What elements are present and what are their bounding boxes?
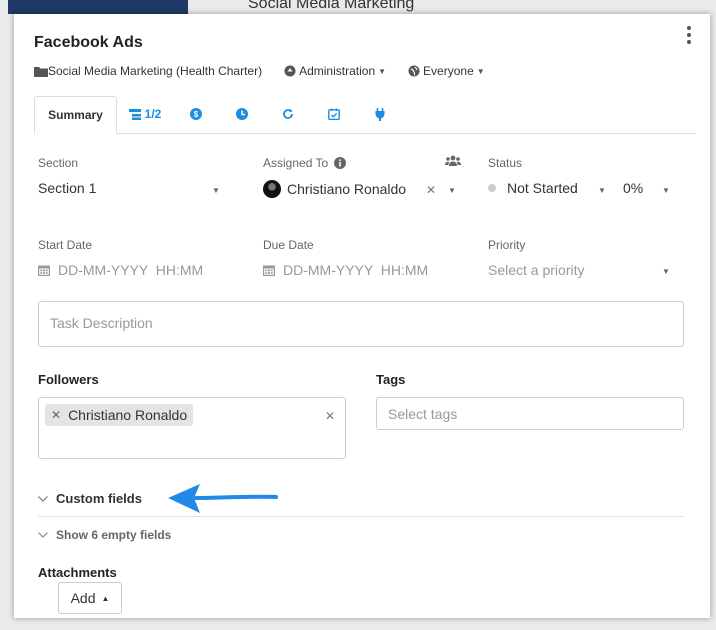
show-empty-fields-label: Show 6 empty fields <box>56 528 172 542</box>
due-date-label: Due Date <box>263 238 314 252</box>
followers-label: Followers <box>38 372 99 387</box>
task-modal: Facebook Ads Social Media Marketing (Hea… <box>14 14 710 618</box>
background-sidebar <box>8 0 188 14</box>
due-date-input[interactable]: DD-MM-YYYY HH:MM <box>263 262 428 278</box>
subtasks-count: 1/2 <box>144 107 162 121</box>
caret-up-icon: ▲ <box>101 593 110 603</box>
assigned-to-label-group: Assigned To <box>263 156 347 170</box>
project-link[interactable]: Social Media Marketing (Health Charter) <box>34 64 262 78</box>
globe-icon <box>408 65 420 77</box>
status-value: Not Started <box>507 180 578 196</box>
tab-budget[interactable]: $ <box>173 95 219 133</box>
task-title[interactable]: Facebook Ads <box>34 34 143 52</box>
team-icon[interactable] <box>445 155 461 167</box>
task-meta: Social Media Marketing (Health Charter) … <box>34 64 507 78</box>
description-placeholder: Task Description <box>50 315 153 331</box>
custom-fields-toggle[interactable]: Custom fields <box>38 491 142 506</box>
follower-chip-name: Christiano Ronaldo <box>68 407 188 423</box>
assigned-to-label: Assigned To <box>263 156 329 170</box>
tags-placeholder: Select tags <box>388 406 458 422</box>
assignee-select[interactable]: Christiano Ronaldo <box>263 180 406 198</box>
chevron-down-icon <box>38 495 48 502</box>
start-date-label: Start Date <box>38 238 93 252</box>
task-description-input[interactable]: Task Description <box>38 301 684 347</box>
status-select[interactable]: Not Started <box>488 180 578 196</box>
chevron-down-icon[interactable]: ▼ <box>212 186 220 195</box>
progress-select[interactable]: 0% <box>623 180 643 196</box>
svg-text:$: $ <box>194 110 199 119</box>
due-date-placeholder: DD-MM-YYYY HH:MM <box>283 262 429 278</box>
custom-fields-label: Custom fields <box>56 491 142 506</box>
subtasks-icon <box>128 109 141 120</box>
visibility-dropdown[interactable]: Everyone ▼ <box>408 64 485 78</box>
priority-label: Priority <box>488 238 526 252</box>
chevron-down-icon[interactable]: ▼ <box>662 186 670 195</box>
clear-followers-icon[interactable]: ✕ <box>325 409 335 423</box>
clear-assignee-icon[interactable]: ✕ <box>426 183 436 197</box>
followers-input[interactable]: ✕ Christiano Ronaldo ✕ <box>38 397 346 459</box>
admin-circle-icon <box>284 65 296 77</box>
info-icon[interactable] <box>334 157 347 169</box>
show-empty-fields-toggle[interactable]: Show 6 empty fields <box>38 528 171 542</box>
attachments-label: Attachments <box>38 565 117 580</box>
refresh-icon <box>283 108 293 119</box>
follower-chip: ✕ Christiano Ronaldo <box>45 404 194 426</box>
project-name: Social Media Marketing (Health Charter) <box>48 64 263 78</box>
chevron-down-icon[interactable]: ▼ <box>662 267 670 276</box>
start-date-placeholder: DD-MM-YYYY HH:MM <box>58 262 204 278</box>
status-dot-icon <box>488 184 496 192</box>
more-options-icon[interactable] <box>686 26 692 44</box>
tab-recurring[interactable] <box>265 95 311 133</box>
assignee-name: Christiano Ronaldo <box>287 181 407 197</box>
chevron-down-icon[interactable]: ▼ <box>448 186 456 195</box>
start-date-input[interactable]: DD-MM-YYYY HH:MM <box>38 262 203 278</box>
calendar-icon <box>38 265 50 276</box>
tab-time[interactable] <box>219 95 265 133</box>
add-attachment-button[interactable]: Add ▲ <box>58 582 122 614</box>
visibility-label: Everyone <box>423 64 474 78</box>
background-title: Social Media Marketing <box>248 0 415 12</box>
task-tabs: Summary 1/2 $ <box>34 96 696 134</box>
chevron-down-icon[interactable]: ▼ <box>598 186 606 195</box>
admin-dropdown[interactable]: Administration ▼ <box>284 64 386 78</box>
avatar <box>263 180 281 198</box>
tab-schedule[interactable] <box>311 95 357 133</box>
calendar-check-icon <box>328 108 340 120</box>
chevron-down-icon: ▼ <box>378 66 387 76</box>
tags-label: Tags <box>376 372 406 387</box>
add-attachment-label: Add <box>70 590 96 606</box>
section-label: Section <box>38 156 79 170</box>
blue-arrow-annotation <box>168 484 278 513</box>
remove-chip-icon[interactable]: ✕ <box>51 408 61 422</box>
tab-integrations[interactable] <box>357 95 403 133</box>
chevron-down-icon <box>38 532 48 538</box>
chevron-down-icon: ▼ <box>476 66 485 76</box>
divider <box>38 516 684 517</box>
status-label: Status <box>488 156 523 170</box>
tab-summary[interactable]: Summary <box>34 96 117 134</box>
calendar-icon <box>263 265 275 276</box>
tags-input[interactable]: Select tags <box>376 397 684 430</box>
priority-select[interactable]: Select a priority <box>488 262 584 278</box>
section-select[interactable]: Section 1 <box>38 180 96 196</box>
folder-icon <box>34 66 48 77</box>
dollar-icon: $ <box>190 108 202 120</box>
tab-subtasks[interactable]: 1/2 <box>117 95 173 133</box>
clock-icon <box>236 108 248 120</box>
admin-label: Administration <box>299 64 376 78</box>
plug-icon <box>375 107 385 121</box>
